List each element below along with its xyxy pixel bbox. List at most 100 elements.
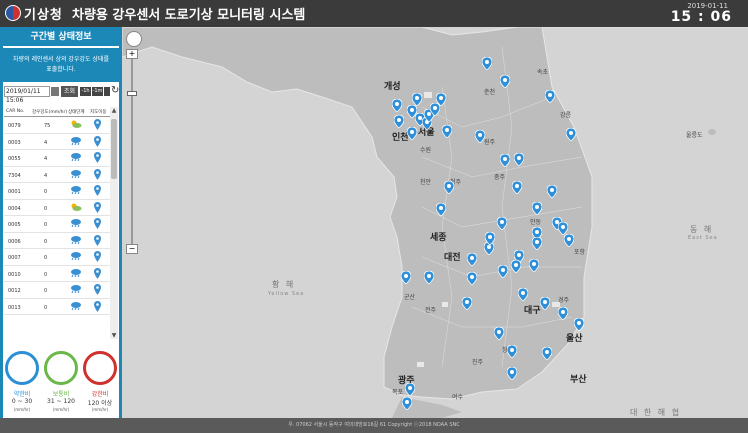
map-pin-icon[interactable] [94,135,101,147]
vehicle-marker-icon[interactable] [436,93,446,106]
calendar-icon[interactable] [51,87,59,96]
vehicle-marker-icon[interactable] [574,318,584,331]
map-move[interactable] [94,135,101,147]
vehicle-marker-icon[interactable] [558,307,568,320]
map[interactable]: + − 황 해 Yellow Sea 동 해 East Sea 대 한 해 협 … [122,27,748,418]
map-pin-icon[interactable] [94,152,101,163]
zoom-track[interactable] [131,59,133,244]
scroll-up-icon[interactable]: ▲ [110,107,118,114]
vehicle-marker-icon[interactable] [401,271,411,284]
map-move[interactable] [94,300,101,312]
vehicle-marker-icon[interactable] [532,237,542,250]
scrollbar[interactable]: ▲ ▼ [110,107,118,339]
vehicle-marker-icon[interactable] [566,128,576,141]
vehicle-marker-icon[interactable] [402,397,412,410]
refresh-icon[interactable]: ↻ [111,85,119,96]
vehicle-marker-icon[interactable] [497,217,507,230]
zoom-out-button[interactable]: − [126,244,138,254]
table-row[interactable]: 0012 0 [4,282,110,299]
pan-control[interactable] [126,31,142,47]
vehicle-marker-icon[interactable] [494,327,504,340]
table-row[interactable]: 0001 0 [4,183,110,200]
vehicle-marker-icon[interactable] [540,297,550,310]
vehicle-marker-icon[interactable] [394,115,404,128]
vehicle-marker-icon[interactable] [547,185,557,198]
table-row[interactable]: 0004 0 [4,200,110,216]
vehicle-marker-icon[interactable] [511,260,521,273]
vehicle-marker-icon[interactable] [545,90,555,103]
zoom-control: + − [126,31,142,261]
map-move[interactable] [94,267,101,279]
vehicle-marker-icon[interactable] [467,253,477,266]
table-row[interactable]: 0005 0 [4,216,110,233]
vehicle-marker-icon[interactable] [482,57,492,70]
map-move[interactable] [94,251,101,262]
vehicle-marker-icon[interactable] [424,271,434,284]
map-pin-icon[interactable] [94,234,101,246]
vehicle-marker-icon[interactable] [462,297,472,310]
next-hour-button[interactable] [104,87,110,96]
map-pin-icon[interactable] [94,201,101,213]
vehicle-marker-icon[interactable] [498,265,508,278]
map-pin-icon[interactable] [94,251,101,262]
vehicle-marker-icon[interactable] [529,259,539,272]
vehicle-marker-icon[interactable] [444,181,454,194]
map-move[interactable] [94,152,101,163]
vehicle-marker-icon[interactable] [507,345,517,358]
map-move[interactable] [94,284,101,295]
vehicle-marker-icon[interactable] [518,288,528,301]
vehicle-marker-icon[interactable] [514,153,524,166]
now-button[interactable]: -1m [92,87,103,96]
vehicle-marker-icon[interactable] [412,93,422,106]
table-row[interactable]: 0013 0 [4,299,110,315]
vehicle-marker-icon[interactable] [407,127,417,140]
vehicle-marker-icon[interactable] [500,75,510,88]
vehicle-marker-icon[interactable] [532,202,542,215]
query-button[interactable]: 조회 [61,86,78,97]
place-label: 목포 [392,389,404,396]
table-row[interactable]: 0055 4 [4,150,110,167]
vehicle-marker-icon[interactable] [405,383,415,396]
vehicle-marker-icon[interactable] [500,154,510,167]
vehicle-marker-icon[interactable] [467,272,477,285]
table-row[interactable]: 0006 0 [4,233,110,249]
vehicle-marker-icon[interactable] [512,181,522,194]
vehicle-marker-icon[interactable] [436,203,446,216]
rain-icon [71,235,81,244]
vehicle-marker-icon[interactable] [392,99,402,112]
vehicle-marker-icon[interactable] [507,367,517,380]
map-move[interactable] [94,185,101,196]
vehicle-marker-icon[interactable] [485,232,495,245]
table-row[interactable]: 0007 0 [4,249,110,266]
table-row[interactable]: 0003 4 [4,134,110,150]
table-row[interactable]: 7304 4 [4,167,110,183]
map-pin-icon[interactable] [94,267,101,279]
table-row[interactable]: 0079 75 [4,117,110,134]
map-pin-icon[interactable] [94,218,101,229]
map-pin-icon[interactable] [94,300,101,312]
prev-hour-button[interactable]: -1h [80,87,91,96]
scroll-thumb[interactable] [111,119,117,179]
map-move[interactable] [94,168,101,180]
map-pin-icon[interactable] [94,168,101,180]
map-move[interactable] [94,218,101,229]
status-level [70,251,82,261]
rain-intensity: 0 [44,271,48,278]
map-move[interactable] [94,201,101,213]
map-pin-icon[interactable] [94,119,101,130]
vehicle-marker-icon[interactable] [564,234,574,247]
car-number: 0005 [8,222,21,228]
map-move[interactable] [94,119,101,130]
rain-icon [71,285,81,294]
vehicle-marker-icon[interactable] [475,130,485,143]
zoom-in-button[interactable]: + [126,49,138,59]
vehicle-marker-icon[interactable] [442,125,452,138]
table-row[interactable]: 0010 0 [4,266,110,282]
map-move[interactable] [94,234,101,246]
date-input[interactable]: 2019/01/11 15:06 [4,86,50,104]
map-pin-icon[interactable] [94,185,101,196]
zoom-handle[interactable] [127,91,137,96]
header-time: 15 : 06 [670,9,732,25]
map-pin-icon[interactable] [94,284,101,295]
vehicle-marker-icon[interactable] [542,347,552,360]
